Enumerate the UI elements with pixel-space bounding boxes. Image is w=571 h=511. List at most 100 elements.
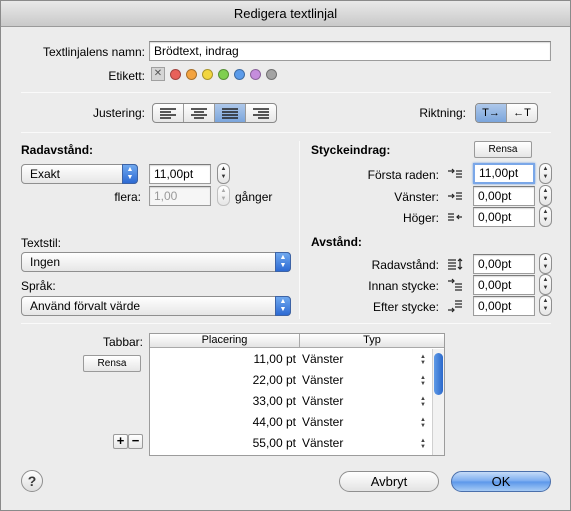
- alignment-label: Justering:: [92, 106, 145, 120]
- table-row[interactable]: 55,00 pt Vänster ▲ ▼: [150, 433, 432, 454]
- times-label: gånger: [235, 190, 273, 204]
- tag-color-3[interactable]: [218, 69, 229, 80]
- table-row[interactable]: 22,00 pt Vänster ▲ ▼: [150, 370, 432, 391]
- separator-bottom: [21, 323, 551, 324]
- tab-position-cell[interactable]: 44,00 pt: [150, 412, 296, 433]
- first-line-stepper[interactable]: ▲ ▼: [539, 163, 552, 184]
- tag-color-4[interactable]: [234, 69, 245, 80]
- space-after-icon: [448, 300, 462, 313]
- popup-arrows-icon: ▲ ▼: [275, 296, 291, 316]
- tab-position-cell[interactable]: 55,00 pt: [150, 433, 296, 454]
- first-line-field[interactable]: 11,00pt: [473, 163, 535, 184]
- spacing-after-stepper[interactable]: ▲ ▼: [539, 295, 552, 316]
- direction-segmented-control[interactable]: T→ ←T: [475, 103, 538, 123]
- tag-color-2[interactable]: [202, 69, 213, 80]
- remove-tab-button[interactable]: −: [128, 434, 143, 449]
- multiple-stepper[interactable]: ▲ ▼: [217, 185, 230, 206]
- left-indent-stepper[interactable]: ▲ ▼: [539, 185, 552, 206]
- multiple-value-field[interactable]: 1,00: [149, 186, 211, 206]
- table-row[interactable]: 33,00 pt Vänster ▲ ▼: [150, 391, 432, 412]
- tab-position-cell[interactable]: 11,00 pt: [150, 349, 296, 370]
- left-indent-field[interactable]: 0,00pt: [473, 186, 535, 206]
- line-spacing-stepper[interactable]: ▲ ▼: [217, 163, 230, 184]
- add-tab-button[interactable]: +: [113, 434, 128, 449]
- indent-heading: Styckeindrag:: [311, 143, 391, 157]
- tabs-table[interactable]: Placering Typ 11,00 pt Vänster ▲ ▼ 22,00 pt V…: [149, 333, 445, 456]
- help-button[interactable]: ?: [21, 470, 43, 492]
- align-justify-button[interactable]: [215, 104, 246, 122]
- spacing-line-stepper[interactable]: ▲ ▼: [539, 253, 552, 274]
- ruler-name-field[interactable]: Brödtext, indrag: [149, 41, 551, 61]
- align-right-icon: [253, 108, 269, 119]
- spacing-line-field[interactable]: 0,00pt: [473, 254, 535, 274]
- tab-type-popup-arrows-icon[interactable]: ▲ ▼: [420, 396, 426, 408]
- spacing-before-label: Innan stycke:: [368, 279, 439, 293]
- line-spacing-icon: [448, 258, 463, 270]
- spacing-heading: Avstånd:: [311, 235, 362, 249]
- tag-label: Etikett:: [108, 69, 145, 83]
- line-spacing-mode-value: Exakt: [30, 167, 61, 181]
- left-indent-label: Vänster:: [394, 190, 439, 204]
- direction-ltr-button[interactable]: T→: [476, 104, 507, 122]
- tab-position-cell[interactable]: 33,00 pt: [150, 391, 296, 412]
- language-value: Använd förvalt värde: [30, 299, 141, 313]
- name-label: Textlinjalens namn:: [42, 45, 145, 59]
- alignment-segmented-control[interactable]: [152, 103, 277, 123]
- tab-type-popup-arrows-icon[interactable]: ▲ ▼: [420, 354, 426, 366]
- line-spacing-value-field[interactable]: 11,00pt: [149, 164, 211, 184]
- align-left-button[interactable]: [153, 104, 184, 122]
- text-style-value: Ingen: [30, 255, 61, 269]
- separator-vertical: [299, 141, 300, 319]
- first-line-label: Första raden:: [367, 168, 439, 182]
- tabs-label: Tabbar:: [102, 335, 143, 349]
- dialog-window: Redigera textlinjal Textlinjalens namn: …: [0, 0, 571, 511]
- text-style-popup[interactable]: Ingen ▲ ▼: [21, 252, 291, 272]
- title-bar: Redigera textlinjal: [1, 1, 570, 27]
- tab-position-cell[interactable]: 22,00 pt: [150, 370, 296, 391]
- tag-color-6[interactable]: [266, 69, 277, 80]
- right-indent-icon: [448, 213, 462, 221]
- align-center-button[interactable]: [184, 104, 215, 122]
- spacing-after-label: Efter stycke:: [372, 300, 439, 314]
- column-header-type[interactable]: Typ: [300, 334, 444, 348]
- ok-button[interactable]: OK: [451, 471, 551, 492]
- tag-clear-button[interactable]: ✕: [151, 67, 165, 81]
- tab-type-cell[interactable]: Vänster: [302, 412, 412, 433]
- left-indent-icon: [448, 192, 462, 200]
- cancel-button[interactable]: Avbryt: [339, 471, 439, 492]
- separator-top: [21, 92, 551, 93]
- direction-label: Riktning:: [419, 106, 466, 120]
- tab-type-popup-arrows-icon[interactable]: ▲ ▼: [420, 417, 426, 429]
- tabs-scrollbar[interactable]: [432, 349, 444, 455]
- right-indent-label: Höger:: [402, 211, 439, 225]
- tag-color-0[interactable]: [170, 69, 181, 80]
- spacing-after-field[interactable]: 0,00pt: [473, 296, 535, 316]
- language-popup[interactable]: Använd förvalt värde ▲ ▼: [21, 296, 291, 316]
- table-row[interactable]: 11,00 pt Vänster ▲ ▼: [150, 349, 432, 370]
- table-row[interactable]: 44,00 pt Vänster ▲ ▼: [150, 412, 432, 433]
- align-justify-icon: [222, 108, 238, 119]
- tab-type-cell[interactable]: Vänster: [302, 391, 412, 412]
- spacing-before-stepper[interactable]: ▲ ▼: [539, 274, 552, 295]
- right-indent-stepper[interactable]: ▲ ▼: [539, 206, 552, 227]
- tag-color-5[interactable]: [250, 69, 261, 80]
- align-right-button[interactable]: [246, 104, 276, 122]
- right-indent-field[interactable]: 0,00pt: [473, 207, 535, 227]
- tab-type-cell[interactable]: Vänster: [302, 433, 412, 454]
- window-title: Redigera textlinjal: [233, 6, 338, 21]
- tab-type-cell[interactable]: Vänster: [302, 349, 412, 370]
- popup-arrows-icon: ▲ ▼: [122, 164, 138, 184]
- tab-type-popup-arrows-icon[interactable]: ▲ ▼: [420, 438, 426, 450]
- direction-rtl-button[interactable]: ←T: [507, 104, 537, 122]
- spacing-before-field[interactable]: 0,00pt: [473, 275, 535, 295]
- tabs-reset-button[interactable]: Rensa: [83, 355, 141, 372]
- separator-middle: [21, 132, 551, 133]
- tabs-scrollbar-thumb[interactable]: [434, 353, 443, 395]
- column-header-position[interactable]: Placering: [150, 334, 300, 348]
- indent-reset-button[interactable]: Rensa: [474, 141, 532, 158]
- line-spacing-mode-popup[interactable]: Exakt ▲ ▼: [21, 164, 138, 184]
- tag-color-1[interactable]: [186, 69, 197, 80]
- tab-type-popup-arrows-icon[interactable]: ▲ ▼: [420, 375, 426, 387]
- tab-type-cell[interactable]: Vänster: [302, 370, 412, 391]
- line-spacing-heading: Radavstånd:: [21, 143, 94, 157]
